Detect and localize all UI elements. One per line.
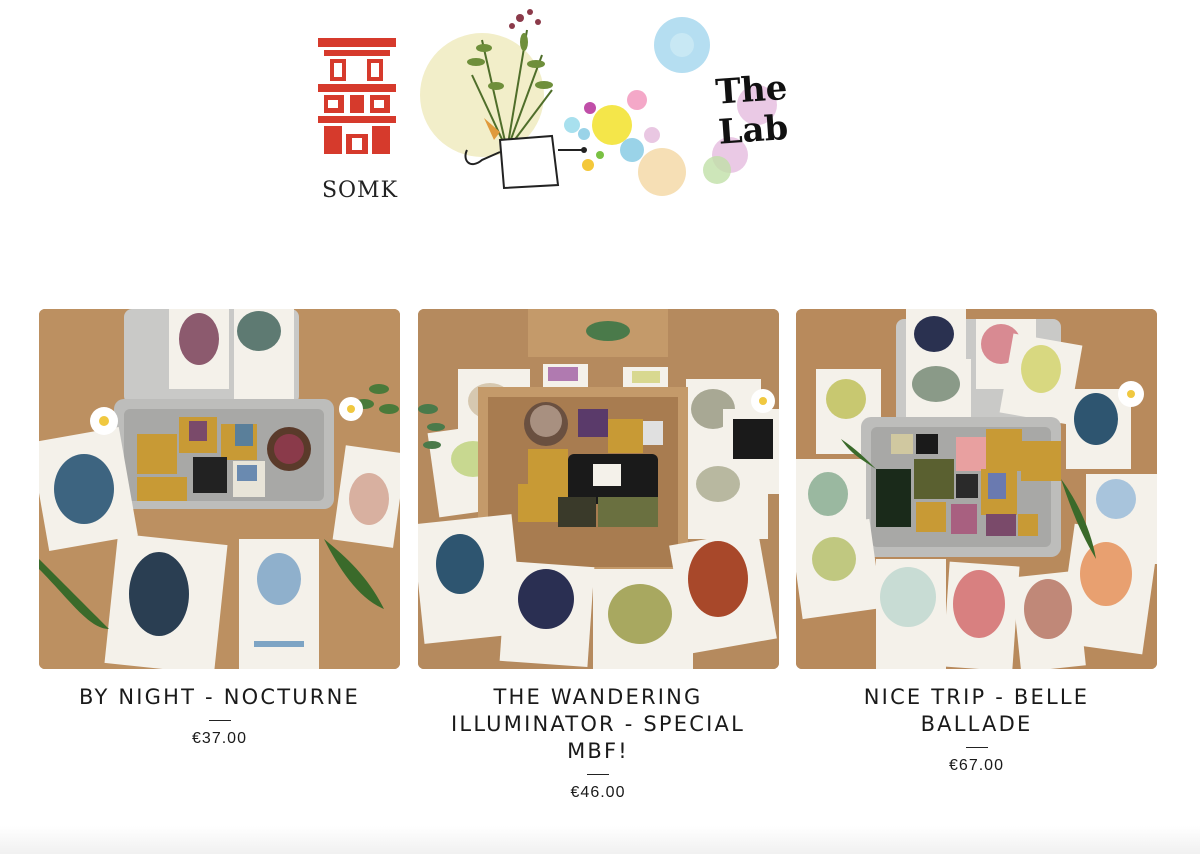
shop-page: SOMK The Lab BY NIGHT - NOCTURNE €37.00 … [0, 0, 1200, 854]
product-price: €46.00 [570, 784, 626, 801]
somk-wordmark: SOMK [321, 178, 399, 203]
product-title[interactable]: NICE TRIP - BELLE BALLADE [812, 684, 1142, 738]
product-image[interactable] [796, 309, 1157, 669]
title-divider [965, 747, 988, 748]
product-price: €67.00 [949, 757, 1004, 774]
title-divider [208, 720, 231, 721]
product-title[interactable]: THE WANDERING ILLUMINATOR - SPECIAL MBF! [433, 684, 763, 765]
product-price: €37.00 [192, 730, 247, 747]
product-card-wandering-illuminator[interactable]: THE WANDERING ILLUMINATOR - SPECIAL MBF!… [417, 309, 779, 802]
product-title[interactable]: BY NIGHT - NOCTURNE [55, 684, 385, 711]
page-bottom-shadow [0, 826, 1200, 854]
product-card-nice-trip[interactable]: NICE TRIP - BELLE BALLADE €67.00 [796, 309, 1157, 802]
title-divider [587, 774, 609, 775]
header-logo-banner[interactable]: SOMK The Lab [300, 0, 800, 205]
product-card-by-night[interactable]: BY NIGHT - NOCTURNE €37.00 [39, 309, 400, 802]
the-lab-illustration: The Lab [412, 0, 797, 205]
somk-logo: SOMK [310, 30, 410, 203]
product-image[interactable] [39, 309, 400, 669]
the-lab-wordmark: The Lab [714, 67, 790, 153]
product-grid: BY NIGHT - NOCTURNE €37.00 THE WANDERING… [39, 309, 1157, 802]
product-image[interactable] [417, 309, 779, 669]
